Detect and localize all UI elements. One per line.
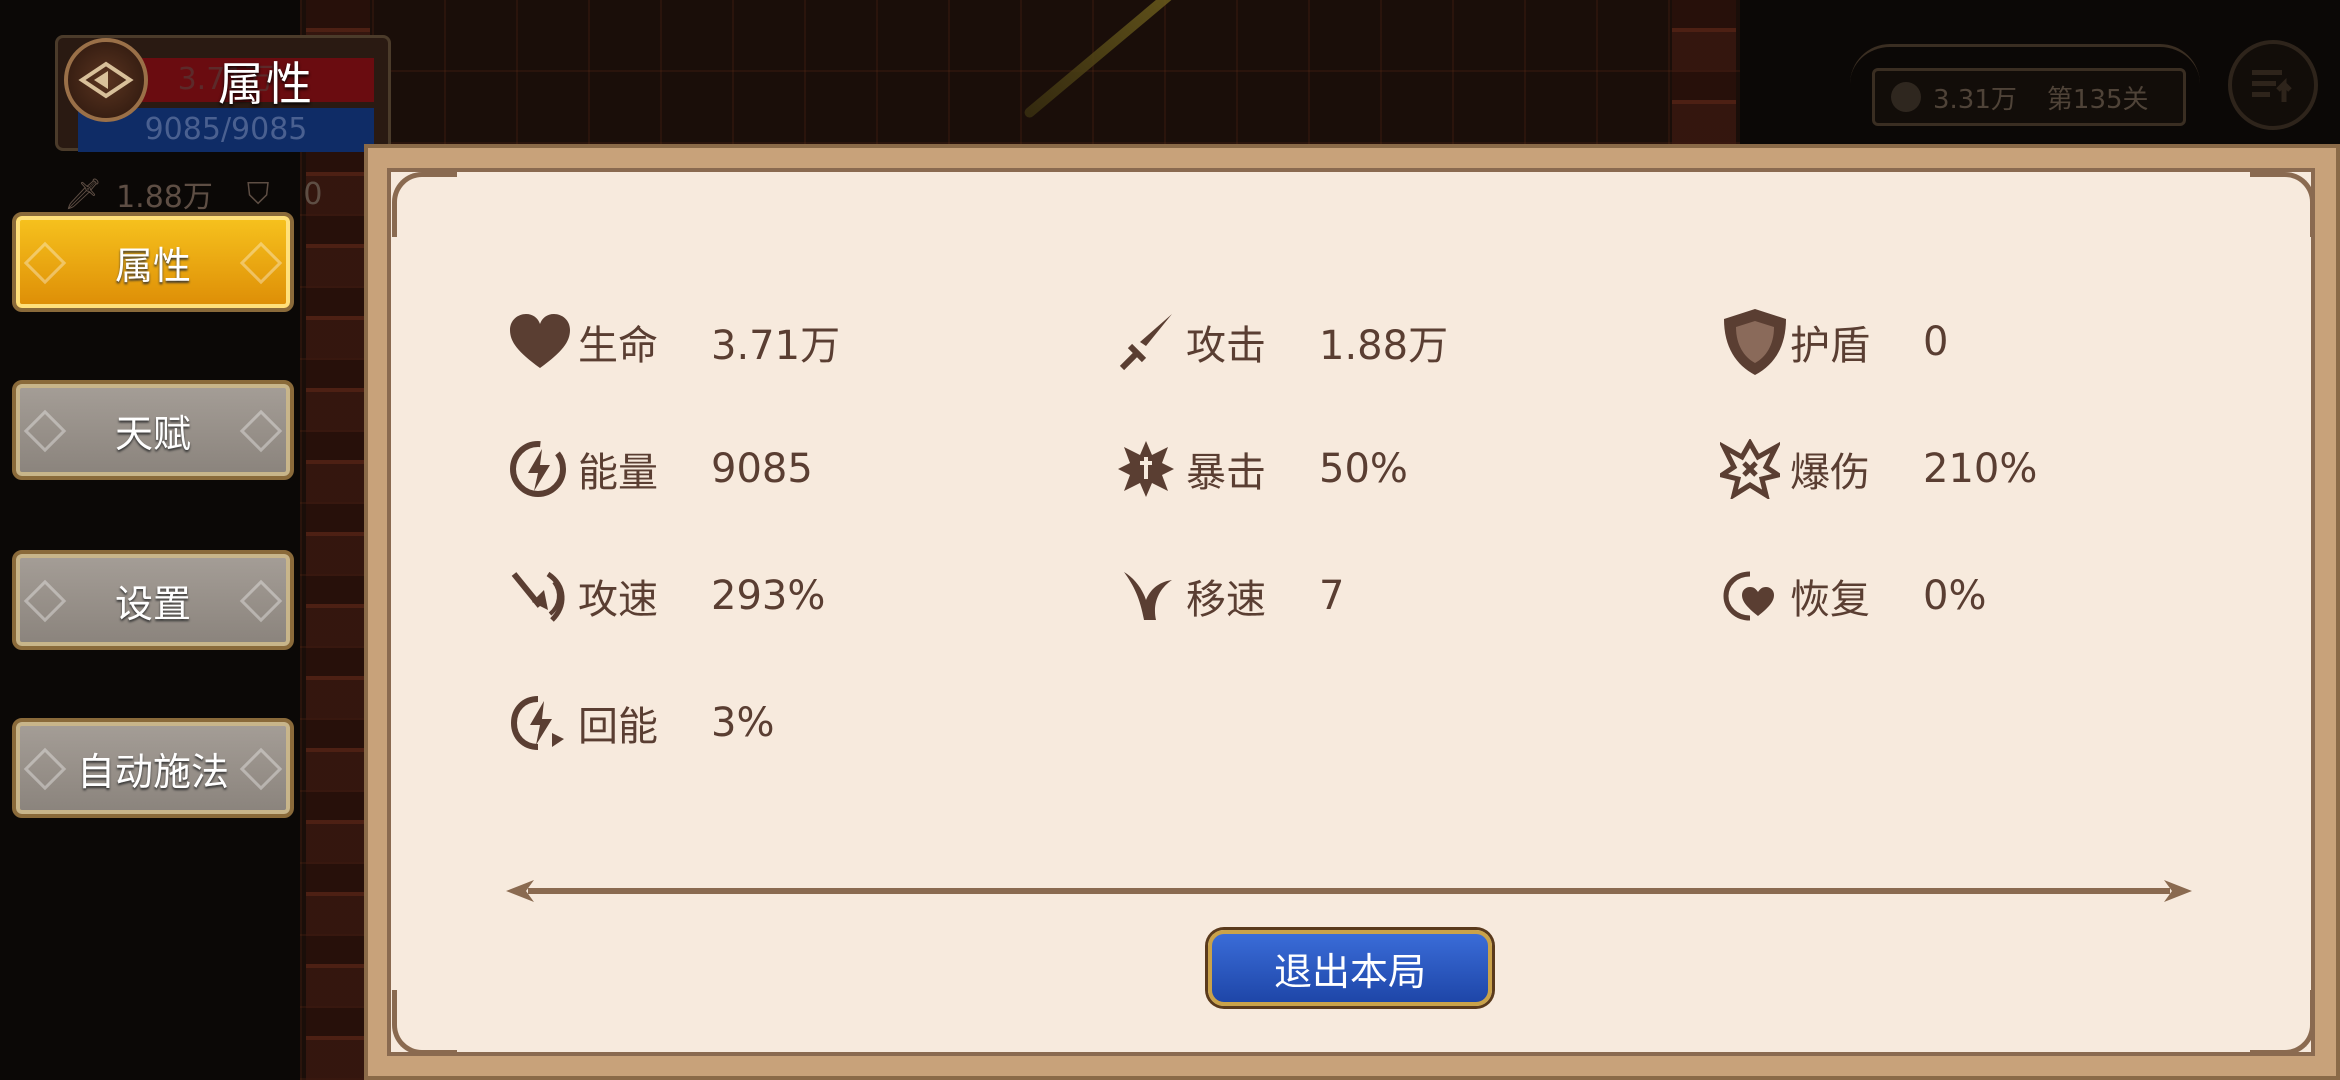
tab-label: 属性 bbox=[114, 243, 191, 288]
stat-value: 0 bbox=[1923, 319, 1949, 365]
menu-button[interactable] bbox=[2228, 40, 2318, 130]
top-right-info: 3.31万 第135关 bbox=[1872, 68, 2186, 126]
panel-divider bbox=[506, 880, 2192, 902]
tab-ornament bbox=[23, 241, 67, 285]
crit-icon bbox=[1116, 437, 1186, 501]
quit-game-button[interactable]: 退出本局 bbox=[1208, 930, 1492, 1006]
stat-value: 293% bbox=[711, 573, 826, 619]
stat-value: 3% bbox=[711, 700, 775, 746]
stat-value: 0% bbox=[1923, 573, 1987, 619]
lightning-icon bbox=[508, 437, 578, 501]
shield-icon bbox=[1720, 309, 1790, 375]
stat-label: 攻速 bbox=[578, 577, 658, 623]
stat-label: 回能 bbox=[578, 704, 658, 750]
stat-regen: 恢复 0% bbox=[1720, 564, 1986, 628]
panel-corner-ornament bbox=[392, 990, 457, 1055]
stat-attack-speed: 攻速 293% bbox=[508, 564, 825, 628]
stat-attack: 攻击 1.88万 bbox=[1116, 310, 1448, 374]
board-pillar-left bbox=[306, 0, 370, 1080]
stat-label: 恢复 bbox=[1790, 577, 1870, 623]
stat-label: 暴击 bbox=[1186, 450, 1266, 496]
energy-regen-icon bbox=[508, 691, 578, 755]
coin-value: 3.31万 bbox=[1933, 84, 2017, 115]
tab-talent[interactable]: 天赋 bbox=[12, 380, 294, 480]
attack-speed-icon bbox=[508, 564, 578, 628]
back-arrow-icon bbox=[78, 61, 134, 99]
mini-shield-icon: ⛉ bbox=[246, 176, 270, 212]
stat-value: 1.88万 bbox=[1319, 323, 1449, 369]
wing-icon bbox=[1116, 564, 1186, 628]
quit-button-label: 退出本局 bbox=[1273, 949, 1426, 994]
stat-label: 护盾 bbox=[1790, 323, 1870, 369]
stat-value: 9085 bbox=[711, 446, 813, 492]
stat-shield: 护盾 0 bbox=[1720, 309, 1949, 375]
tab-ornament bbox=[239, 747, 283, 791]
tab-ornament bbox=[23, 747, 67, 791]
stat-crit: 暴击 50% bbox=[1116, 437, 1408, 501]
stat-value: 7 bbox=[1319, 573, 1345, 619]
panel-corner-ornament bbox=[2250, 172, 2315, 237]
stat-label: 攻击 bbox=[1186, 323, 1266, 369]
menu-icon bbox=[2252, 70, 2292, 102]
crit-damage-icon bbox=[1720, 437, 1790, 501]
panel-corner-ornament bbox=[392, 172, 457, 237]
tab-settings[interactable]: 设置 bbox=[12, 550, 294, 650]
panel-corner-ornament bbox=[2250, 990, 2315, 1055]
tab-attributes[interactable]: 属性 bbox=[12, 212, 294, 312]
mini-attack-value: 1.88万 bbox=[116, 180, 213, 215]
mini-sword-icon: 🗡 bbox=[64, 176, 103, 212]
stat-hp: 生命 3.71万 bbox=[508, 310, 840, 374]
stat-label: 移速 bbox=[1186, 577, 1266, 623]
stat-energy-regen: 回能 3% bbox=[508, 691, 774, 755]
stat-crit-damage: 爆伤 210% bbox=[1720, 437, 2037, 501]
stat-label: 爆伤 bbox=[1790, 450, 1870, 496]
tab-label: 天赋 bbox=[114, 411, 191, 456]
stat-energy: 能量 9085 bbox=[508, 437, 813, 501]
tab-label: 设置 bbox=[114, 581, 191, 626]
stat-value: 50% bbox=[1319, 446, 1408, 492]
stat-value: 210% bbox=[1923, 446, 2038, 492]
hud-mini-stats: 🗡 1.88万 ⛉ 0 bbox=[64, 172, 322, 216]
tab-ornament bbox=[23, 409, 67, 453]
sword-icon bbox=[1116, 310, 1186, 374]
mini-shield-value: 0 bbox=[303, 176, 323, 212]
coin-icon bbox=[1891, 82, 1921, 112]
stat-label: 能量 bbox=[578, 450, 658, 496]
back-button[interactable] bbox=[64, 38, 148, 122]
tab-ornament bbox=[239, 241, 283, 285]
tab-ornament bbox=[239, 579, 283, 623]
tab-label: 自动施法 bbox=[76, 749, 229, 794]
stage-label: 第135关 bbox=[2046, 84, 2149, 115]
heart-regen-icon bbox=[1720, 564, 1790, 628]
heart-icon bbox=[508, 310, 578, 374]
stat-move-speed: 移速 7 bbox=[1116, 564, 1344, 628]
tab-ornament bbox=[239, 409, 283, 453]
page-title: 属性 bbox=[218, 57, 314, 111]
stat-label: 生命 bbox=[578, 323, 658, 369]
tab-auto-cast[interactable]: 自动施法 bbox=[12, 718, 294, 818]
stat-value: 3.71万 bbox=[711, 323, 841, 369]
tab-ornament bbox=[23, 579, 67, 623]
